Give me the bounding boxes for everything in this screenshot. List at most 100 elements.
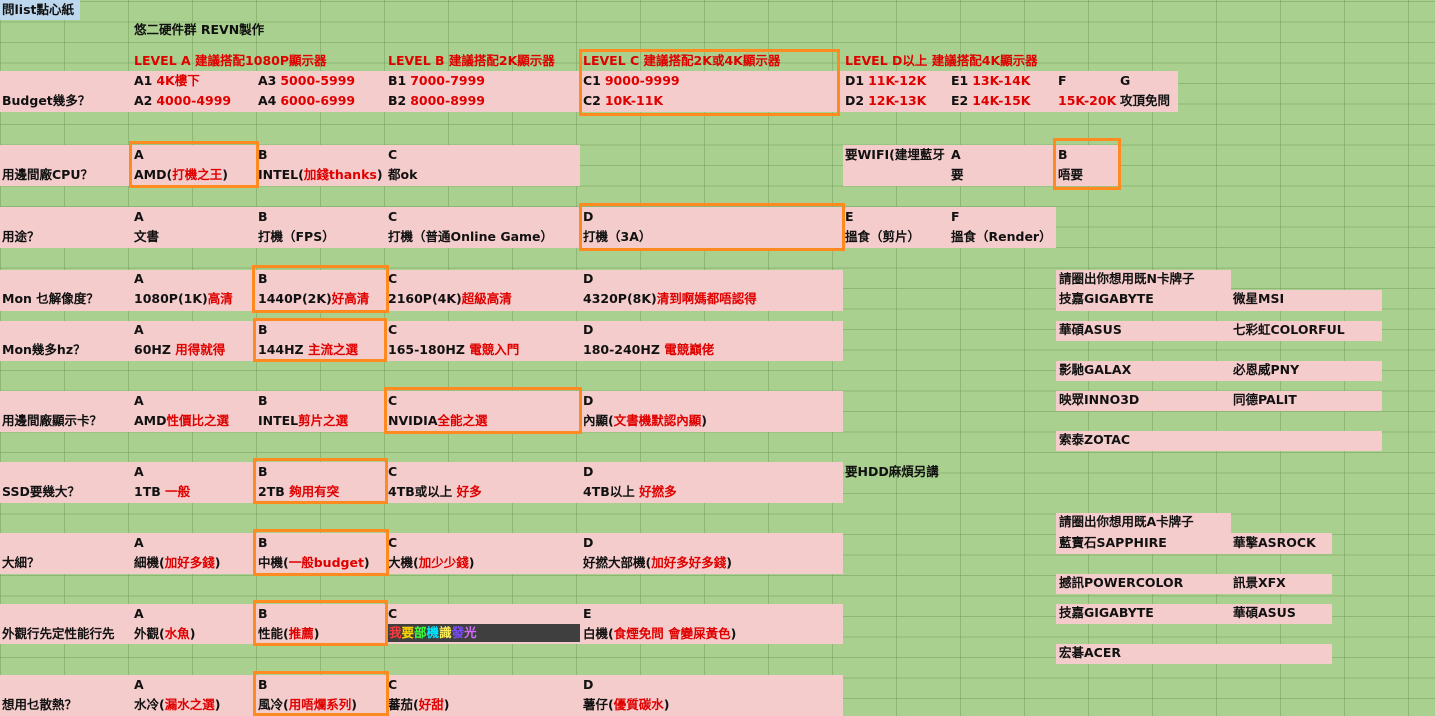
n-brand-inno3d[interactable]: 映眾INNO3D [1059, 391, 1139, 409]
gpu-c-code[interactable]: C [388, 392, 397, 410]
budget-f-code[interactable]: F [1058, 72, 1067, 90]
resolution-d-code[interactable]: D [583, 270, 593, 288]
usage-b-option[interactable]: 打機（FPS） [258, 228, 335, 246]
spreadsheet[interactable]: 問list點心紙 悠二硬件群 REVN製作 LEVEL A 建議搭配1080P顯… [0, 0, 1435, 716]
cooling-b-code[interactable]: B [258, 676, 268, 694]
a-brand-sapphire[interactable]: 藍寶石SAPPHIRE [1059, 534, 1167, 552]
wifi-a-option[interactable]: 要 [951, 166, 964, 184]
cpu-b-code[interactable]: B [258, 146, 268, 164]
n-brand-zotac[interactable]: 索泰ZOTAC [1059, 431, 1130, 449]
usage-b-code[interactable]: B [258, 208, 268, 226]
usage-a-code[interactable]: A [134, 208, 144, 226]
n-brand-palit[interactable]: 同德PALIT [1233, 391, 1297, 409]
resolution-c-code[interactable]: C [388, 270, 397, 288]
budget-g-text[interactable]: 攻頂免問 [1120, 92, 1170, 110]
ssd-d-option[interactable]: 4TB以上 好撚多 [583, 483, 677, 501]
size-b-option[interactable]: 中機(一般budget) [258, 554, 370, 572]
usage-d-option[interactable]: 打機（3A） [583, 228, 651, 246]
cpu-b-option[interactable]: INTEL(加錢thanks) [258, 166, 383, 184]
resolution-a-option[interactable]: 1080P(1K)高清 [134, 290, 233, 308]
gpu-d-option[interactable]: 內顯(文書機默認內顯) [583, 412, 707, 430]
hz-c-code[interactable]: C [388, 321, 397, 339]
cooling-c-option[interactable]: 蕃茄(好甜) [388, 696, 449, 714]
hz-a-code[interactable]: A [134, 321, 144, 339]
a-brand-gigabyte[interactable]: 技嘉GIGABYTE [1059, 604, 1154, 622]
budget-e1[interactable]: E1 13K-14K [951, 72, 1031, 90]
a-brand-asrock[interactable]: 華擎ASROCK [1233, 534, 1316, 552]
budget-c2[interactable]: C2 10K-11K [583, 92, 663, 110]
resolution-b-code[interactable]: B [258, 270, 268, 288]
gpu-c-option[interactable]: NVIDIA全能之選 [388, 412, 488, 430]
budget-e2[interactable]: E2 14K-15K [951, 92, 1031, 110]
hz-d-option[interactable]: 180-240HZ 電競巔佬 [583, 341, 714, 359]
usage-f-code[interactable]: F [951, 208, 960, 226]
usage-f-option[interactable]: 搵食（Render） [951, 228, 1052, 246]
hz-c-option[interactable]: 165-180HZ 電競入門 [388, 341, 519, 359]
ssd-d-code[interactable]: D [583, 463, 593, 481]
a-brand-acer[interactable]: 宏碁ACER [1059, 644, 1121, 662]
looks-a-option[interactable]: 外觀(水魚) [134, 625, 195, 643]
n-brand-asus[interactable]: 華碩ASUS [1059, 321, 1122, 339]
budget-a4[interactable]: A4 6000-6999 [258, 92, 355, 110]
cpu-c-code[interactable]: C [388, 146, 397, 164]
wifi-b-option[interactable]: 唔要 [1058, 166, 1083, 184]
gpu-b-code[interactable]: B [258, 392, 268, 410]
cooling-c-code[interactable]: C [388, 676, 397, 694]
usage-d-code[interactable]: D [583, 208, 593, 226]
cpu-a-option[interactable]: AMD(打機之王) [134, 166, 228, 184]
budget-b2[interactable]: B2 8000-8999 [388, 92, 485, 110]
usage-c-code[interactable]: C [388, 208, 397, 226]
size-a-option[interactable]: 細機(加好多錢) [134, 554, 220, 572]
cooling-d-option[interactable]: 薯仔(優質碳水) [583, 696, 669, 714]
budget-f-range[interactable]: 15K-20K [1058, 92, 1116, 110]
budget-b1[interactable]: B1 7000-7999 [388, 72, 485, 90]
budget-a2[interactable]: A2 4000-4999 [134, 92, 231, 110]
resolution-c-option[interactable]: 2160P(4K)超級高清 [388, 290, 512, 308]
usage-a-option[interactable]: 文書 [134, 228, 159, 246]
size-c-option[interactable]: 大機(加少少錢) [388, 554, 474, 572]
wifi-a-code[interactable]: A [951, 146, 961, 164]
ssd-c-option[interactable]: 4TB或以上 好多 [388, 483, 482, 501]
gpu-a-option[interactable]: AMD性價比之選 [134, 412, 229, 430]
size-d-option[interactable]: 好撚大部機(加好多好多錢) [583, 554, 732, 572]
budget-a1[interactable]: A1 4K樓下 [134, 72, 200, 90]
budget-d1[interactable]: D1 11K-12K [845, 72, 926, 90]
looks-c-code[interactable]: C [388, 605, 397, 623]
ssd-a-option[interactable]: 1TB 一般 [134, 483, 190, 501]
wifi-b-code[interactable]: B [1058, 146, 1068, 164]
size-d-code[interactable]: D [583, 534, 593, 552]
usage-e-option[interactable]: 搵食（剪片） [845, 228, 920, 246]
n-brand-msi[interactable]: 微星MSI [1233, 290, 1284, 308]
n-brand-pny[interactable]: 必恩威PNY [1233, 361, 1299, 379]
n-brand-gigabyte[interactable]: 技嘉GIGABYTE [1059, 290, 1154, 308]
ssd-b-option[interactable]: 2TB 夠用有突 [258, 483, 339, 501]
cooling-a-option[interactable]: 水冷(漏水之選) [134, 696, 220, 714]
size-a-code[interactable]: A [134, 534, 144, 552]
cpu-a-code[interactable]: A [134, 146, 144, 164]
cooling-b-option[interactable]: 風冷(用唔爛系列) [258, 696, 357, 714]
budget-c1[interactable]: C1 9000-9999 [583, 72, 680, 90]
budget-a3[interactable]: A3 5000-5999 [258, 72, 355, 90]
a-brand-powercolor[interactable]: 撼訊POWERCOLOR [1059, 574, 1183, 592]
budget-g-code[interactable]: G [1120, 72, 1130, 90]
usage-c-option[interactable]: 打機（普通Online Game） [388, 228, 553, 246]
resolution-b-option[interactable]: 1440P(2K)好高清 [258, 290, 369, 308]
looks-e-option[interactable]: 白機(食煙免問 會變屎黃色) [583, 625, 736, 643]
resolution-a-code[interactable]: A [134, 270, 144, 288]
looks-c-rgb-option[interactable]: 我要部機識發光 [389, 624, 477, 642]
budget-d2[interactable]: D2 12K-13K [845, 92, 926, 110]
ssd-b-code[interactable]: B [258, 463, 268, 481]
size-c-code[interactable]: C [388, 534, 397, 552]
gpu-b-option[interactable]: INTEL剪片之選 [258, 412, 348, 430]
hz-b-option[interactable]: 144HZ 主流之選 [258, 341, 358, 359]
looks-b-code[interactable]: B [258, 605, 268, 623]
cpu-c-option[interactable]: 都ok [388, 166, 417, 184]
gpu-a-code[interactable]: A [134, 392, 144, 410]
ssd-c-code[interactable]: C [388, 463, 397, 481]
hz-b-code[interactable]: B [258, 321, 268, 339]
looks-e-code[interactable]: E [583, 605, 592, 623]
gpu-d-code[interactable]: D [583, 392, 593, 410]
hz-a-option[interactable]: 60HZ 用得就得 [134, 341, 225, 359]
cooling-a-code[interactable]: A [134, 676, 144, 694]
usage-e-code[interactable]: E [845, 208, 854, 226]
